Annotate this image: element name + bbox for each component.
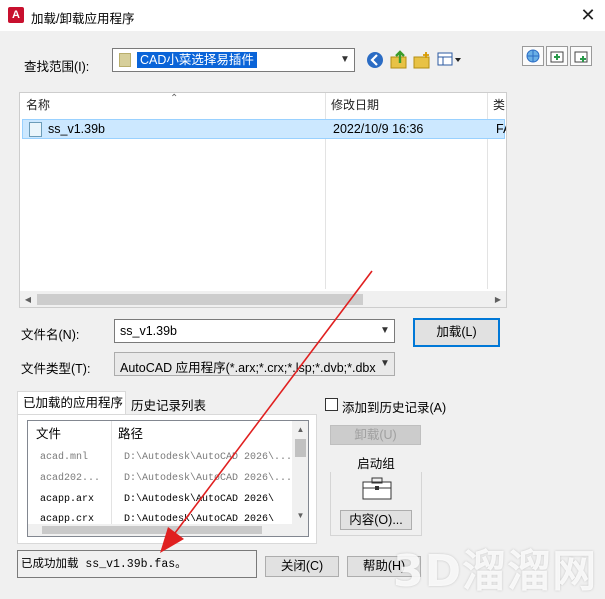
watermark-text: 3D溜溜网	[393, 546, 598, 597]
annotation-arrow	[160, 270, 373, 553]
